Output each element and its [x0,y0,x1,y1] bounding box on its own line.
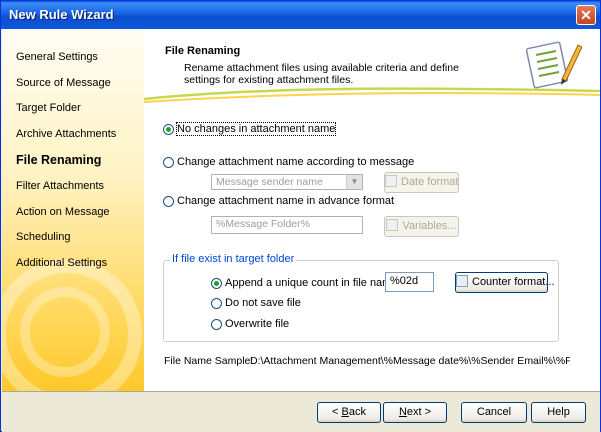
next-button-accel: N [398,406,407,418]
close-icon: ✕ [580,7,592,23]
back-button-prefix: < [332,406,342,418]
sidebar-item-action-on-message[interactable]: Action on Message [16,206,110,218]
window-title: New Rule Wizard [9,7,114,22]
file-name-sample-value: D:\Attachment Management\%Message date%\… [250,355,570,367]
sidebar-item-scheduling[interactable]: Scheduling [16,231,70,243]
date-format-button[interactable]: Date format [384,172,459,193]
radio-button[interactable] [211,297,222,309]
message-attribute-combo[interactable]: Message sender name ▼ [211,174,363,190]
back-button[interactable]: < Back [317,402,381,423]
close-button[interactable]: ✕ [576,5,596,25]
sidebar-item-general-settings[interactable]: General Settings [16,51,98,63]
title-bar[interactable]: New Rule Wizard ✕ [1,1,600,29]
radio-overwrite[interactable]: Overwrite file [211,318,289,330]
wizard-page-content: File Renaming Rename attachment files us… [144,29,600,391]
groupbox-legend: If file exist in target folder [170,253,297,265]
back-button-label: ack [348,406,366,418]
radio-button-checked[interactable] [211,277,222,289]
advanced-format-input[interactable]: %Message Folder% [211,216,363,234]
next-button[interactable]: Next > [383,402,447,423]
help-button-label: Help [547,406,570,418]
calendar-icon [385,175,397,187]
wizard-steps-sidebar: General Settings Source of Message Targe… [2,29,144,391]
counter-format-label: Counter format... [472,276,555,288]
radio-no-changes[interactable]: No changes in attachment name [163,122,337,136]
radio-append-count[interactable]: Append a unique count in file name [211,277,397,289]
variables-label: Variables... [402,220,457,232]
sidebar-item-filter-attachments[interactable]: Filter Attachments [16,180,104,192]
sidebar-item-archive-attachments[interactable]: Archive Attachments [16,128,116,140]
radio-label-advanced-format: Change attachment name in advance format [177,195,395,207]
date-format-label: Date format [401,176,459,188]
sidebar-item-source-of-message[interactable]: Source of Message [16,77,111,89]
next-button-label: ext > [406,406,432,418]
wizard-notepad-pencil-icon [525,41,582,89]
radio-label-do-not-save: Do not save file [225,297,301,309]
radio-label-no-changes: No changes in attachment name [175,122,337,136]
radio-advanced-format[interactable]: Change attachment name in advance format [163,195,394,207]
radio-button[interactable] [163,195,174,207]
counter-format-button[interactable]: Counter format... [455,272,555,293]
radio-button-checked[interactable] [163,123,174,135]
variables-button[interactable]: Variables... [384,216,459,237]
radio-label-append-count: Append a unique count in file name [225,277,398,289]
help-button[interactable]: Help [531,402,586,423]
count-format-input[interactable]: %02d [385,272,434,292]
sidebar-swirl-decoration-inner [20,287,110,377]
count-format-value: %02d [390,275,419,287]
variables-icon [386,219,399,231]
radio-button[interactable] [211,318,222,330]
radio-do-not-save[interactable]: Do not save file [211,297,301,309]
chevron-down-icon[interactable]: ▼ [346,175,362,189]
radio-label-overwrite: Overwrite file [225,318,290,330]
new-rule-wizard-window: New Rule Wizard ✕ General Settings Sourc… [0,0,601,432]
document-icon [456,275,468,287]
wizard-footer: < Back Next > Cancel Help [2,391,600,432]
cancel-button-label: Cancel [476,406,512,418]
advanced-format-value: %Message Folder% [216,218,310,230]
page-title: File Renaming [165,45,241,57]
cancel-button[interactable]: Cancel [461,402,527,423]
back-button-accel: B [341,406,349,418]
radio-button[interactable] [163,156,174,168]
radio-label-change-by-message: Change attachment name according to mess… [177,156,415,168]
page-description: Rename attachment files using available … [184,62,459,86]
sidebar-item-target-folder[interactable]: Target Folder [16,102,81,114]
sidebar-item-file-renaming[interactable]: File Renaming [16,153,101,167]
sidebar-item-additional-settings[interactable]: Additional Settings [16,257,107,269]
page-header: File Renaming Rename attachment files us… [144,29,600,103]
combo-value: Message sender name [216,176,323,188]
file-name-sample-label: File Name Sample: [164,355,254,367]
radio-change-by-message[interactable]: Change attachment name according to mess… [163,156,414,168]
